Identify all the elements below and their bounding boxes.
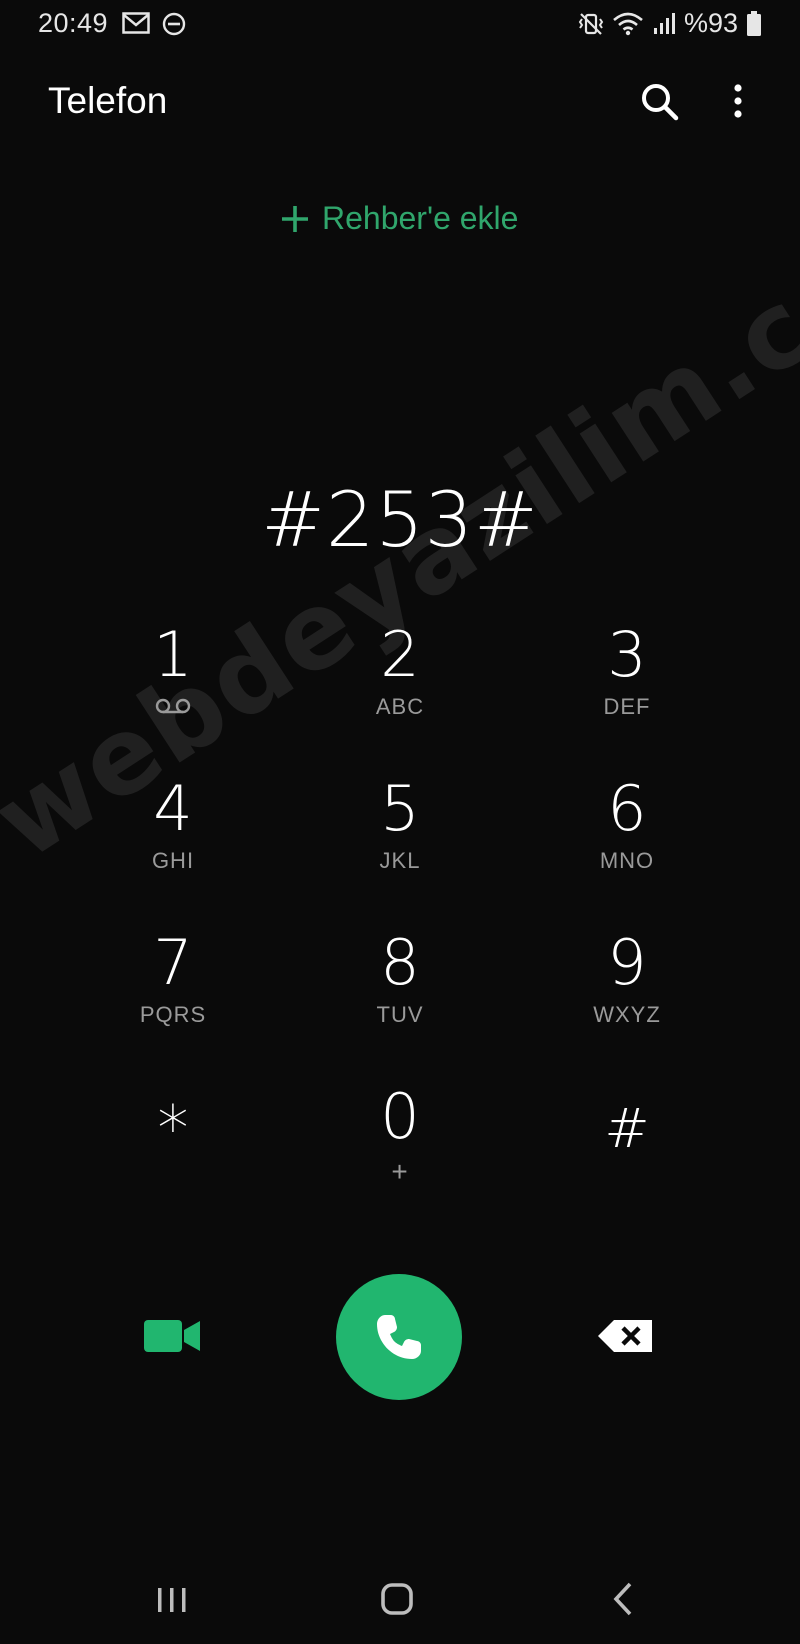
key-letters: MNO <box>599 848 655 873</box>
key-digit: 6 <box>607 772 647 845</box>
key-digit: 9 <box>607 926 647 999</box>
key-digit: 0 <box>380 1080 420 1153</box>
key-digit: # <box>604 1097 650 1160</box>
key-6[interactable]: 6 MNO <box>527 774 727 914</box>
key-2[interactable]: 2 ABC <box>300 620 500 760</box>
key-digit: 5 <box>380 772 420 845</box>
video-call-icon <box>144 1320 200 1352</box>
key-letters: TUV <box>376 1002 424 1027</box>
more-icon <box>734 84 742 118</box>
key-4[interactable]: 4 GHI <box>73 774 273 914</box>
vibrate-icon <box>578 12 604 35</box>
key-1[interactable]: 1 <box>73 620 273 760</box>
key-digit: * <box>157 1092 189 1165</box>
status-left-icons <box>122 12 186 36</box>
nav-back-button[interactable] <box>608 1580 638 1618</box>
key-letters: DEF <box>603 694 651 719</box>
mail-icon <box>122 12 150 34</box>
phone-icon <box>377 1315 421 1359</box>
key-9[interactable]: 9 WXYZ <box>527 928 727 1068</box>
key-digit: 4 <box>153 772 193 845</box>
wifi-icon <box>613 12 643 35</box>
key-star[interactable]: * <box>73 1082 273 1222</box>
more-options-button[interactable] <box>718 80 758 126</box>
key-digit: 3 <box>607 618 647 691</box>
key-letters: JKL <box>379 848 421 873</box>
nav-home-button[interactable] <box>378 1580 416 1618</box>
dialed-number[interactable]: #253# <box>0 475 800 564</box>
add-to-contacts-button[interactable]: Rehber'e ekle <box>280 200 518 237</box>
key-letters: PQRS <box>139 1002 207 1027</box>
video-call-button[interactable] <box>142 1316 202 1356</box>
key-0[interactable]: 0 + <box>300 1082 500 1222</box>
search-icon <box>642 84 679 121</box>
key-3[interactable]: 3 DEF <box>527 620 727 760</box>
key-digit: 2 <box>380 618 420 691</box>
key-hash[interactable]: # <box>527 1082 727 1222</box>
signal-icon <box>653 12 675 34</box>
add-to-contacts-label: Rehber'e ekle <box>322 200 519 236</box>
status-time: 20:49 <box>38 8 109 38</box>
key-7[interactable]: 7 PQRS <box>73 928 273 1068</box>
key-digit: 7 <box>153 926 193 999</box>
app-title: Telefon <box>48 80 168 121</box>
search-button[interactable] <box>638 80 684 126</box>
battery-percent: %93 <box>683 8 738 38</box>
battery-icon <box>747 10 761 36</box>
key-letters: GHI <box>151 848 195 873</box>
key-letters: WXYZ <box>593 1002 661 1027</box>
status-bar: 20:49 %93 <box>0 0 800 52</box>
backspace-icon <box>598 1320 652 1352</box>
key-letters: ABC <box>375 694 425 719</box>
back-icon <box>613 1582 632 1616</box>
status-right: %93 <box>578 8 762 39</box>
key-8[interactable]: 8 TUV <box>300 928 500 1068</box>
home-icon <box>381 1583 413 1615</box>
voicemail-icon <box>155 698 191 714</box>
recents-icon <box>158 1588 186 1612</box>
plus-icon <box>282 205 308 232</box>
do-not-disturb-icon <box>162 12 186 36</box>
call-button[interactable] <box>336 1274 462 1400</box>
key-digit: 1 <box>153 618 193 691</box>
nav-recents-button[interactable] <box>154 1582 190 1618</box>
backspace-button[interactable] <box>596 1316 656 1356</box>
key-digit: 8 <box>380 926 420 999</box>
key-5[interactable]: 5 JKL <box>300 774 500 914</box>
key-letters: + <box>391 1156 409 1187</box>
